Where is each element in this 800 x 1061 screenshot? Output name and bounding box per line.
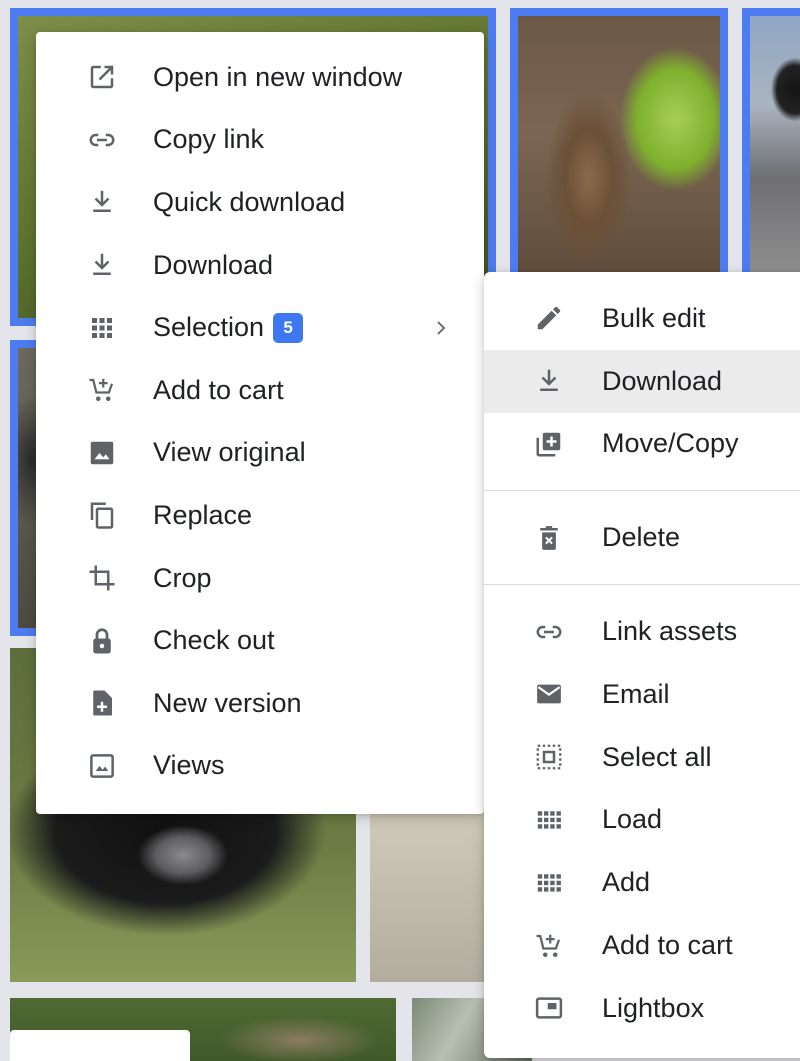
menu-item-label: Selection — [153, 312, 265, 343]
menu-item-label: Crop — [153, 562, 212, 593]
lightbox-icon — [532, 991, 566, 1025]
menu-item-copy-link[interactable]: Copy link — [36, 109, 484, 172]
delete-icon — [532, 521, 566, 555]
menu-item-label: Copy link — [153, 124, 265, 155]
menu-item-new-version[interactable]: New version — [36, 672, 484, 735]
selection-submenu: Bulk edit Download Move/Copy Delete Link… — [484, 272, 800, 1058]
pencil-icon — [532, 301, 566, 335]
submenu-item-load[interactable]: Load — [484, 789, 800, 852]
menu-divider — [484, 584, 800, 586]
menu-item-label: Quick download — [153, 186, 346, 217]
download-icon — [85, 248, 119, 282]
menu-item-quick-download[interactable]: Quick download — [36, 171, 484, 234]
photo-icon — [85, 749, 119, 783]
menu-item-label: New version — [153, 687, 302, 718]
submenu-item-label: Link assets — [602, 616, 738, 647]
selection-count-badge: 5 — [273, 312, 304, 343]
lock-icon — [85, 624, 119, 658]
link-icon — [532, 615, 566, 649]
submenu-item-add[interactable]: Add — [484, 851, 800, 914]
menu-item-crop[interactable]: Crop — [36, 547, 484, 610]
menu-item-label: Replace — [153, 499, 253, 530]
menu-item-replace[interactable]: Replace — [36, 484, 484, 547]
menu-item-label: Check out — [153, 625, 275, 656]
submenu-item-label: Lightbox — [602, 992, 705, 1023]
menu-item-selection[interactable]: Selection 5 — [36, 296, 484, 359]
link-icon — [85, 123, 119, 157]
menu-item-views[interactable]: Views — [36, 735, 484, 798]
menu-item-label: Add to cart — [153, 374, 284, 405]
open-in-new-icon — [85, 60, 119, 94]
submenu-item-label: Select all — [602, 741, 712, 772]
submenu-item-label: Email — [602, 678, 670, 709]
menu-divider — [484, 490, 800, 492]
submenu-item-label: Download — [602, 365, 723, 396]
submenu-item-label: Add — [602, 867, 651, 898]
info-card — [10, 1030, 190, 1061]
submenu-item-label: Bulk edit — [602, 302, 706, 333]
submenu-item-label: Load — [602, 804, 663, 835]
submenu-item-label: Delete — [602, 522, 681, 553]
crop-icon — [85, 561, 119, 595]
download-icon — [85, 185, 119, 219]
library-add-icon — [532, 427, 566, 461]
grid-icon — [532, 866, 566, 900]
submenu-item-select-all[interactable]: Select all — [484, 726, 800, 789]
menu-item-label: Views — [153, 750, 225, 781]
file-add-icon — [85, 686, 119, 720]
menu-item-label: Download — [153, 249, 274, 280]
download-icon — [532, 364, 566, 398]
grid-icon — [532, 803, 566, 837]
submenu-item-link-assets[interactable]: Link assets — [484, 600, 800, 663]
copy-icon — [85, 498, 119, 532]
mail-icon — [532, 677, 566, 711]
submenu-item-delete[interactable]: Delete — [484, 506, 800, 569]
menu-item-add-to-cart[interactable]: Add to cart — [36, 359, 484, 422]
menu-item-download[interactable]: Download — [36, 234, 484, 297]
submenu-item-add-to-cart[interactable]: Add to cart — [484, 914, 800, 977]
context-menu: Open in new window Copy link Quick downl… — [36, 32, 484, 814]
asset-grid-page: Open in new window Copy link Quick downl… — [0, 0, 800, 1061]
menu-item-open-in-new-window[interactable]: Open in new window — [36, 46, 484, 109]
menu-item-label: View original — [153, 437, 306, 468]
submenu-item-label: Add to cart — [602, 930, 733, 961]
submenu-item-lightbox[interactable]: Lightbox — [484, 977, 800, 1040]
grid-icon — [85, 311, 119, 345]
chevron-right-icon — [432, 319, 450, 337]
add-to-cart-icon — [532, 929, 566, 963]
submenu-item-download[interactable]: Download — [484, 349, 800, 413]
menu-item-label: Open in new window — [153, 61, 403, 92]
submenu-item-label: Move/Copy — [602, 428, 739, 459]
add-to-cart-icon — [85, 373, 119, 407]
submenu-item-email[interactable]: Email — [484, 663, 800, 726]
menu-item-view-original[interactable]: View original — [36, 422, 484, 485]
submenu-item-bulk-edit[interactable]: Bulk edit — [484, 287, 800, 350]
submenu-item-move-copy[interactable]: Move/Copy — [484, 413, 800, 476]
menu-item-check-out[interactable]: Check out — [36, 609, 484, 672]
image-icon — [85, 436, 119, 470]
select-all-icon — [532, 740, 566, 774]
